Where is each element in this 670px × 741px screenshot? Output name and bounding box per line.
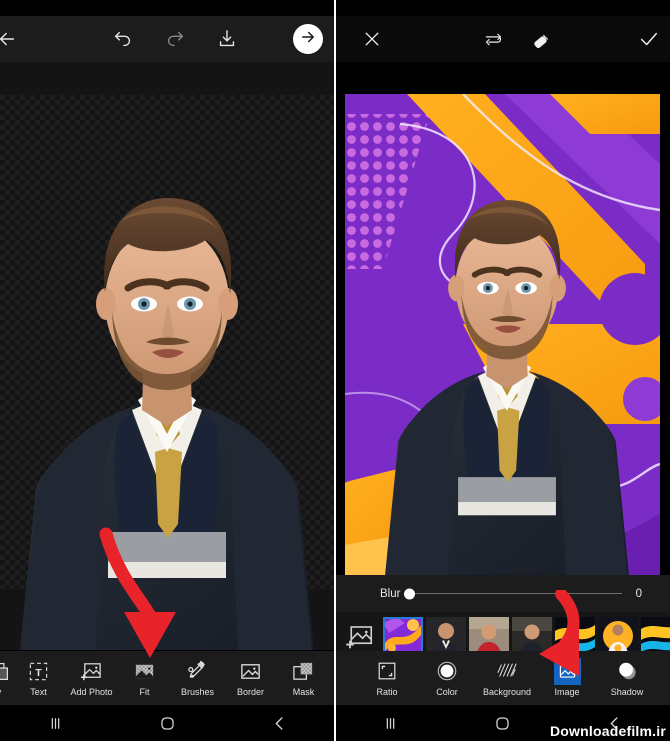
tool-shadow[interactable]: Shadow — [597, 651, 657, 705]
tool-add-photo[interactable]: Add Photo — [65, 651, 118, 705]
home-icon[interactable] — [158, 714, 177, 733]
right-screenshot-panel: Blur 0 Ratio Color Background Image Shad… — [335, 0, 670, 741]
color-circle-icon — [435, 659, 459, 683]
svg-text:T: T — [35, 666, 42, 678]
tool-image[interactable]: Image — [537, 651, 597, 705]
swap-icon[interactable] — [478, 24, 508, 54]
tool-color[interactable]: Color — [417, 651, 477, 705]
border-icon — [239, 659, 263, 683]
status-bar — [335, 0, 670, 16]
tool-label: Shadow — [610, 687, 644, 697]
tool-label: Image — [554, 686, 580, 697]
add-photo-icon[interactable] — [343, 620, 377, 654]
back-icon[interactable] — [0, 24, 22, 54]
composited-portrait[interactable] — [357, 162, 657, 575]
left-canvas[interactable] — [0, 62, 335, 650]
left-screenshot-panel: y T Text Add Photo — [0, 0, 335, 741]
left-top-toolbar — [0, 16, 335, 62]
tool-label: Add Photo — [70, 687, 113, 697]
tool-overlay[interactable]: y — [0, 651, 12, 705]
panel-divider — [334, 0, 336, 741]
eraser-icon[interactable] — [527, 24, 557, 54]
background-hatch-icon — [495, 659, 519, 683]
tool-label: Background — [482, 687, 532, 697]
check-icon[interactable] — [634, 24, 664, 54]
next-button[interactable] — [293, 24, 323, 54]
brushes-icon — [186, 659, 210, 683]
home-icon[interactable] — [493, 714, 512, 733]
undo-icon[interactable] — [108, 24, 138, 54]
tool-background[interactable]: Background — [477, 651, 537, 705]
blur-slider-handle[interactable] — [404, 588, 416, 599]
blur-slider-row[interactable]: Blur 0 — [335, 575, 670, 612]
tool-text[interactable]: T Text — [12, 651, 65, 705]
fit-icon — [133, 659, 157, 683]
overlay-icon — [0, 659, 11, 683]
redo-icon[interactable] — [160, 24, 190, 54]
right-canvas[interactable] — [335, 62, 670, 575]
back-icon[interactable] — [270, 714, 289, 733]
tool-label: Fit — [139, 687, 150, 697]
canvas-top-gap — [0, 62, 335, 95]
tool-label: Color — [436, 687, 458, 697]
blur-slider-track[interactable] — [404, 588, 622, 599]
blur-label: Blur — [380, 587, 401, 600]
add-photo-icon — [80, 659, 104, 683]
tool-label: Border — [236, 687, 264, 697]
download-icon[interactable] — [212, 24, 242, 54]
arrow-right-icon — [299, 28, 317, 51]
cutout-portrait[interactable] — [0, 152, 335, 650]
status-bar — [0, 0, 335, 16]
mask-icon — [292, 659, 316, 683]
recents-icon[interactable] — [381, 714, 400, 733]
text-icon: T — [27, 659, 51, 683]
close-icon[interactable] — [357, 24, 387, 54]
tool-ratio[interactable]: Ratio — [357, 651, 417, 705]
recents-icon[interactable] — [46, 714, 65, 733]
ratio-icon — [375, 659, 399, 683]
tool-fit[interactable]: Fit — [118, 651, 171, 705]
tool-label: Ratio — [376, 687, 398, 697]
watermark: Downloadefilm.ir — [550, 723, 666, 739]
left-tool-toolbar: y T Text Add Photo — [0, 651, 335, 705]
right-tool-toolbar: Ratio Color Background Image Shadow — [335, 651, 670, 705]
tool-brushes[interactable]: Brushes — [171, 651, 224, 705]
tool-mask[interactable]: Mask — [277, 651, 330, 705]
right-top-toolbar — [335, 16, 670, 62]
image-icon — [553, 657, 581, 685]
shadow-icon — [615, 659, 639, 683]
left-android-navbar — [0, 705, 335, 741]
tool-label: Brushes — [180, 687, 215, 697]
tool-border[interactable]: Border — [224, 651, 277, 705]
blur-value: 0 — [635, 587, 642, 600]
tool-label: Mask — [292, 687, 315, 697]
tool-label: y — [0, 687, 1, 697]
tool-label: Text — [30, 687, 47, 697]
